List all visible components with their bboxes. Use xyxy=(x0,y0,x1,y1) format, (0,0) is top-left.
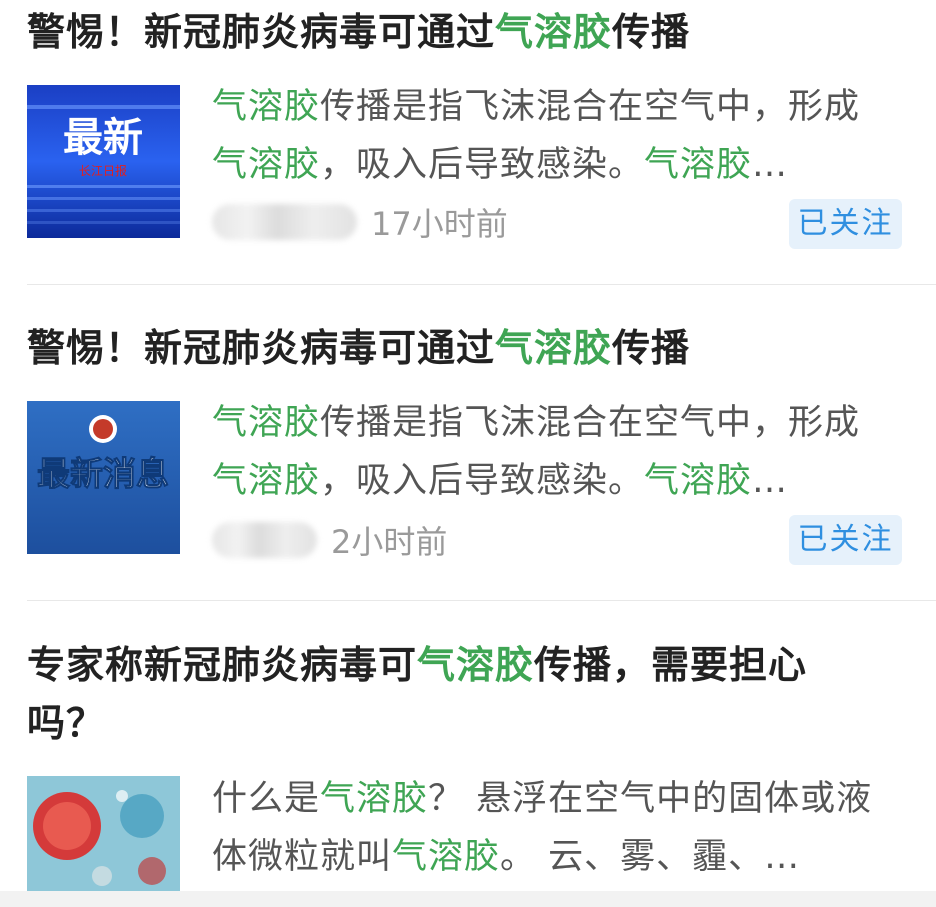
publish-time: 17小时前 xyxy=(371,205,508,243)
article-summary[interactable]: 气溶胶传播是指飞沫混合在空气中，形成气溶胶，吸入后导致感染。气溶胶… xyxy=(212,394,892,510)
article-thumbnail[interactable]: 最新消息 xyxy=(27,401,180,554)
article-meta: 17小时前 xyxy=(212,197,508,247)
article-thumbnail[interactable]: 最新 长江日报 xyxy=(27,85,180,238)
article-title[interactable]: 警惕！新冠肺炎病毒可通过气溶胶传播 xyxy=(27,319,896,377)
source-name-blurred xyxy=(212,522,317,558)
divider xyxy=(27,600,936,601)
keyword-highlight: 气溶胶 xyxy=(495,326,613,370)
thumbnail-sublabel: 长江日报 xyxy=(79,163,127,178)
divider xyxy=(27,284,936,285)
source-name-blurred xyxy=(212,204,357,240)
article-summary[interactable]: 气溶胶传播是指飞沫混合在空气中，形成气溶胶，吸入后导致感染。气溶胶… xyxy=(212,78,892,194)
keyword-highlight: 气溶胶 xyxy=(495,10,613,54)
follow-button[interactable]: 已关注 xyxy=(789,515,902,565)
bottom-bar xyxy=(0,891,936,907)
thumbnail-label: 最新消息 xyxy=(37,454,169,493)
follow-button[interactable]: 已关注 xyxy=(789,199,902,249)
article-title[interactable]: 警惕！新冠肺炎病毒可通过气溶胶传播 xyxy=(27,3,896,61)
article-title[interactable]: 专家称新冠肺炎病毒可气溶胶传播，需要担心吗？ xyxy=(27,636,876,752)
keyword-highlight: 气溶胶 xyxy=(417,643,535,687)
thumbnail-label: 最新 xyxy=(63,115,143,161)
article-meta: 2小时前 xyxy=(212,515,447,565)
article-summary[interactable]: 什么是气溶胶？ 悬浮在空气中的固体或液体微粒就叫气溶胶。 云、雾、霾、… xyxy=(212,770,892,886)
publish-time: 2小时前 xyxy=(331,523,448,561)
article-thumbnail[interactable] xyxy=(27,776,180,896)
